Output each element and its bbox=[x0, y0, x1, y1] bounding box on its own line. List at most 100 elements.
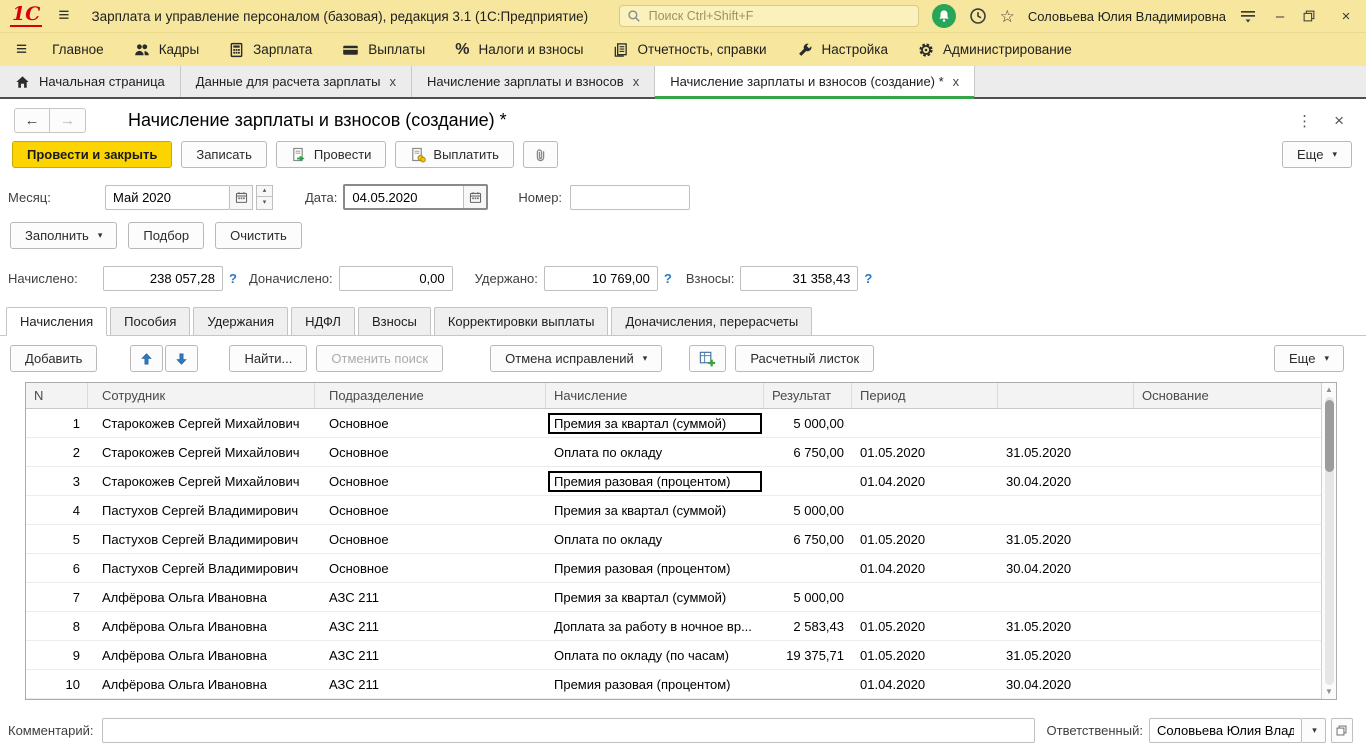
table-row[interactable]: 5 Пастухов Сергей Владимирович Основное … bbox=[26, 525, 1321, 554]
user-name[interactable]: Соловьева Юлия Владимировна bbox=[1028, 9, 1226, 24]
scroll-down-icon[interactable]: ▼ bbox=[1325, 688, 1333, 696]
form-more-icon[interactable]: ⋮ bbox=[1297, 112, 1312, 130]
main-menu-icon[interactable]: ≡ bbox=[58, 5, 69, 27]
cell-period-end[interactable]: 30.04.2020 bbox=[998, 561, 1134, 576]
scroll-up-icon[interactable]: ▲ bbox=[1325, 386, 1333, 394]
fill-button[interactable]: Заполнить ▾ bbox=[10, 222, 117, 249]
tab-payment-adjustments[interactable]: Корректировки выплаты bbox=[434, 307, 609, 335]
tab-recalculations[interactable]: Доначисления, перерасчеты bbox=[611, 307, 812, 335]
scrollbar-track[interactable] bbox=[1325, 397, 1334, 685]
cell-department[interactable]: АЗС 211 bbox=[315, 590, 546, 605]
cell-n[interactable]: 4 bbox=[26, 503, 88, 518]
menu-item-nalogi[interactable]: % Налоги и взносы bbox=[440, 33, 598, 66]
col-period-end[interactable] bbox=[998, 383, 1134, 408]
tab-close-icon[interactable]: x bbox=[390, 74, 397, 89]
close-button[interactable]: × bbox=[1336, 9, 1356, 24]
cell-period-start[interactable]: 01.05.2020 bbox=[852, 445, 998, 460]
date-field[interactable] bbox=[345, 186, 463, 208]
1c-logo[interactable]: 1С bbox=[10, 5, 42, 27]
cell-period-start[interactable]: 01.04.2020 bbox=[852, 677, 998, 692]
month-step-down-icon[interactable]: ▾ bbox=[256, 197, 273, 210]
cell-result[interactable]: 6 750,00 bbox=[764, 445, 852, 460]
contributions-help-icon[interactable]: ? bbox=[864, 271, 872, 286]
cell-period-start[interactable]: 01.05.2020 bbox=[852, 619, 998, 634]
cell-department[interactable]: Основное bbox=[315, 503, 546, 518]
cell-n[interactable]: 7 bbox=[26, 590, 88, 605]
tab-accrual-list[interactable]: Начисление зарплаты и взносов x bbox=[412, 66, 655, 97]
number-field[interactable] bbox=[570, 185, 690, 210]
cell-n[interactable]: 8 bbox=[26, 619, 88, 634]
table-row[interactable]: 8 Алфёрова Ольга Ивановна АЗС 211 Доплат… bbox=[26, 612, 1321, 641]
save-button[interactable]: Записать bbox=[181, 141, 267, 168]
post-button[interactable]: Провести bbox=[276, 141, 387, 168]
tab-benefits[interactable]: Пособия bbox=[110, 307, 190, 335]
cell-result[interactable]: 5 000,00 bbox=[764, 416, 852, 431]
table-row[interactable]: 10 Алфёрова Ольга Ивановна АЗС 211 Преми… bbox=[26, 670, 1321, 699]
cell-period-end[interactable]: 30.04.2020 bbox=[998, 677, 1134, 692]
global-search[interactable] bbox=[619, 5, 919, 27]
form-close-icon[interactable]: × bbox=[1334, 111, 1344, 131]
menu-item-kadry[interactable]: Кадры bbox=[119, 33, 214, 66]
tab-ndfl[interactable]: НДФЛ bbox=[291, 307, 355, 335]
cell-accrual[interactable]: Премия за квартал (суммой) bbox=[546, 413, 764, 434]
find-button[interactable]: Найти... bbox=[229, 345, 307, 372]
scrollbar-thumb[interactable] bbox=[1325, 400, 1334, 472]
cell-n[interactable]: 3 bbox=[26, 474, 88, 489]
cell-employee[interactable]: Пастухов Сергей Владимирович bbox=[88, 532, 315, 547]
cell-accrual[interactable]: Доплата за работу в ночное вр... bbox=[546, 616, 764, 637]
cell-employee[interactable]: Алфёрова Ольга Ивановна bbox=[88, 648, 315, 663]
cell-period-end[interactable]: 31.05.2020 bbox=[998, 445, 1134, 460]
cell-result[interactable]: 6 750,00 bbox=[764, 532, 852, 547]
search-input[interactable] bbox=[647, 8, 911, 24]
cell-department[interactable]: АЗС 211 bbox=[315, 648, 546, 663]
form-more-button[interactable]: Еще ▾ bbox=[1282, 141, 1352, 168]
tab-deductions[interactable]: Удержания bbox=[193, 307, 288, 335]
table-row[interactable]: 1 Старокожев Сергей Михайлович Основное … bbox=[26, 409, 1321, 438]
tab-accrual-new[interactable]: Начисление зарплаты и взносов (создание)… bbox=[655, 66, 975, 97]
menu-item-glavnoe[interactable]: Главное bbox=[37, 33, 119, 66]
cell-accrual[interactable]: Оплата по окладу bbox=[546, 442, 764, 463]
cell-period-start[interactable]: 01.04.2020 bbox=[852, 561, 998, 576]
responsible-field[interactable] bbox=[1149, 718, 1302, 743]
date-calendar-button[interactable] bbox=[463, 186, 486, 208]
notifications-button[interactable] bbox=[932, 4, 956, 28]
additional-field[interactable] bbox=[339, 266, 453, 291]
cell-n[interactable]: 10 bbox=[26, 677, 88, 692]
cell-result[interactable]: 5 000,00 bbox=[764, 590, 852, 605]
cell-accrual[interactable]: Премия разовая (процентом) bbox=[546, 674, 764, 695]
col-period[interactable]: Период bbox=[852, 383, 998, 408]
restore-button[interactable] bbox=[1303, 10, 1323, 22]
cell-employee[interactable]: Алфёрова Ольга Ивановна bbox=[88, 590, 315, 605]
attachments-button[interactable] bbox=[523, 141, 558, 168]
cell-period-start[interactable]: 01.05.2020 bbox=[852, 532, 998, 547]
table-row[interactable]: 6 Пастухов Сергей Владимирович Основное … bbox=[26, 554, 1321, 583]
menu-item-nastroyka[interactable]: Настройка bbox=[782, 33, 903, 66]
table-more-button[interactable]: Еще ▾ bbox=[1274, 345, 1344, 372]
cell-period-start[interactable]: 01.04.2020 bbox=[852, 474, 998, 489]
cell-n[interactable]: 9 bbox=[26, 648, 88, 663]
cell-accrual[interactable]: Оплата по окладу (по часам) bbox=[546, 645, 764, 666]
col-accrual[interactable]: Начисление bbox=[546, 383, 764, 408]
table-row[interactable]: 2 Старокожев Сергей Михайлович Основное … bbox=[26, 438, 1321, 467]
cell-employee[interactable]: Старокожев Сергей Михайлович bbox=[88, 416, 315, 431]
cell-accrual[interactable]: Премия разовая (процентом) bbox=[546, 558, 764, 579]
pick-button[interactable]: Подбор bbox=[128, 222, 204, 249]
post-and-close-button[interactable]: Провести и закрыть bbox=[12, 141, 172, 168]
responsible-open-button[interactable] bbox=[1331, 718, 1353, 743]
tab-accruals[interactable]: Начисления bbox=[6, 307, 107, 336]
cell-department[interactable]: Основное bbox=[315, 561, 546, 576]
tab-payroll-data[interactable]: Данные для расчета зарплаты x bbox=[181, 66, 412, 97]
pay-button[interactable]: Выплатить bbox=[395, 141, 514, 168]
menu-item-vyplaty[interactable]: Выплаты bbox=[327, 33, 440, 66]
cancel-fixes-button[interactable]: Отмена исправлений ▾ bbox=[490, 345, 662, 372]
responsible-dropdown-button[interactable]: ▾ bbox=[1302, 718, 1326, 743]
cell-department[interactable]: Основное bbox=[315, 474, 546, 489]
accrued-field[interactable] bbox=[103, 266, 223, 291]
sections-panel-icon[interactable]: ≡ bbox=[6, 39, 37, 61]
month-field[interactable] bbox=[105, 185, 230, 210]
withheld-field[interactable] bbox=[544, 266, 658, 291]
cell-n[interactable]: 5 bbox=[26, 532, 88, 547]
cell-employee[interactable]: Старокожев Сергей Михайлович bbox=[88, 474, 315, 489]
col-department[interactable]: Подразделение bbox=[315, 383, 546, 408]
menu-item-zarplata[interactable]: Зарплата bbox=[214, 33, 327, 66]
